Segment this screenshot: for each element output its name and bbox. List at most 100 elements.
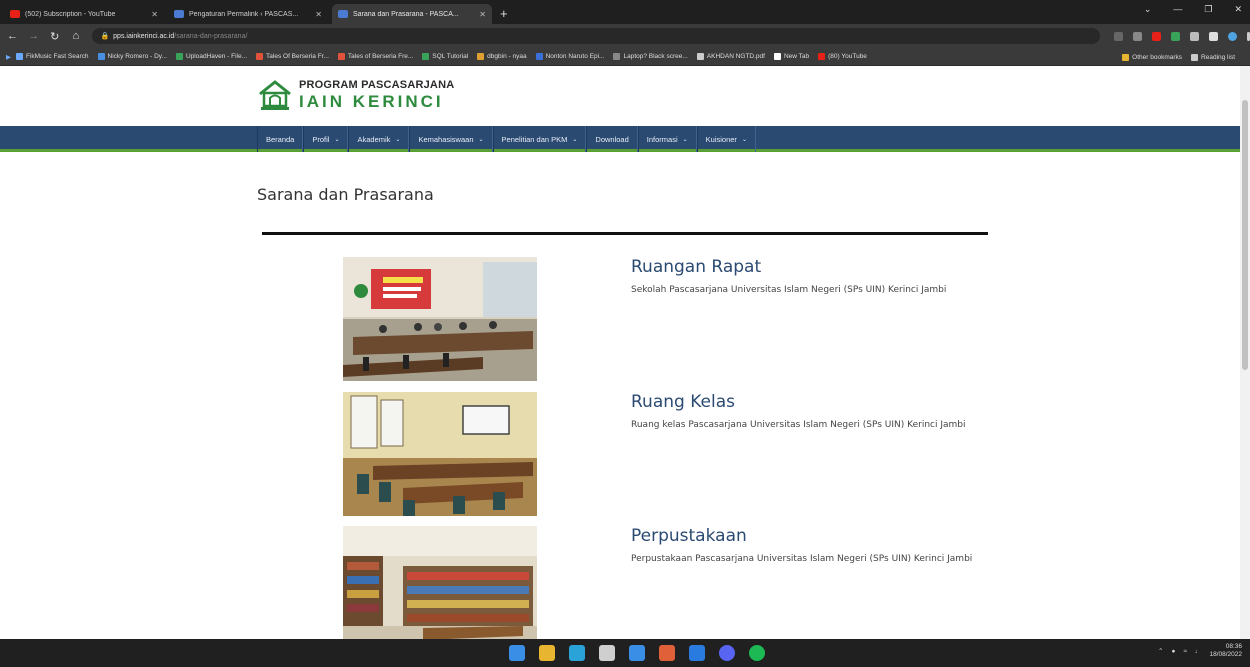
- facility-item: Ruangan Rapat Sekolah Pascasarjana Unive…: [343, 257, 993, 381]
- browser-tabstrip: (502) Subscription - YouTube ✕ Pengaturan …: [0, 0, 1250, 24]
- clock-date: 18/08/2022: [1209, 651, 1242, 659]
- address-bar[interactable]: 🔒 pps.iainkerinci.ac.id /sarana-dan-pras…: [92, 28, 1101, 44]
- bookmark-favicon-icon: [422, 53, 430, 60]
- nav-item-label: Informasi: [646, 134, 678, 144]
- bookmark-label: AKHDAN NGTD.pdf: [706, 53, 765, 60]
- bookmark-favicon-icon: [818, 53, 826, 60]
- nav-item-label: Kemahasiswaan: [418, 134, 474, 144]
- start-icon[interactable]: [509, 645, 525, 661]
- bookmark-favicon-icon: [175, 53, 183, 60]
- reading-list-button[interactable]: Reading list: [1191, 53, 1235, 61]
- main-navigation: Beranda Profil ⌄ Akademik ⌄ Kemahasiswaan ⌄ Pen…: [0, 126, 1240, 152]
- title-divider: [262, 232, 988, 235]
- discord-icon[interactable]: [719, 645, 735, 661]
- bookmark-item[interactable]: New Tab: [773, 53, 809, 60]
- tab-favicon-icon: [10, 10, 20, 18]
- nav-item-download[interactable]: Download: [586, 126, 638, 152]
- apps-icon[interactable]: ▶: [6, 53, 11, 61]
- bookmark-favicon-icon: [337, 53, 345, 60]
- facility-name[interactable]: Ruangan Rapat: [631, 257, 991, 277]
- chevron-down-icon: ⌄: [334, 136, 340, 143]
- chevron-up-icon[interactable]: ⌃: [1158, 647, 1163, 655]
- star-icon[interactable]: [1133, 31, 1143, 41]
- browser-tab[interactable]: Sarana dan Prasarana - PASCA... ✕: [332, 4, 492, 24]
- bookmark-label: Tales Of Berseria Fr...: [266, 53, 329, 60]
- bookmark-item[interactable]: dbgbin - nyaa: [477, 53, 527, 60]
- bookmark-item[interactable]: Nicky Romero - Dy...: [97, 53, 167, 60]
- folder-icon: [1122, 53, 1130, 61]
- file-explorer-icon[interactable]: [539, 645, 555, 661]
- scrollbar-thumb[interactable]: [1242, 100, 1248, 370]
- extension-gray-icon[interactable]: [1190, 31, 1200, 41]
- app-icon[interactable]: [629, 645, 645, 661]
- nav-item-informasi[interactable]: Informasi ⌄: [637, 126, 697, 152]
- bookmark-item[interactable]: (80) YouTube: [818, 53, 867, 60]
- bookmark-item[interactable]: UploadHaven - File...: [175, 53, 247, 60]
- bookmark-item[interactable]: SQL Tutorial: [422, 53, 468, 60]
- home-icon[interactable]: ⌂: [67, 30, 84, 42]
- volume-icon[interactable]: ♩: [1195, 648, 1202, 655]
- nav-item-penelitian-dan-pkm[interactable]: Penelitian dan PKM ⌄: [492, 126, 587, 152]
- maximize-icon[interactable]: ❐: [1204, 4, 1212, 15]
- window-controls: ⌄ — ❐ ✕: [1144, 4, 1242, 15]
- tab-title: Sarana dan Prasarana - PASCA...: [353, 10, 459, 18]
- tab-favicon-icon: [338, 10, 348, 18]
- close-tab-icon[interactable]: ✕: [315, 10, 322, 19]
- nav-item-kuisioner[interactable]: Kuisioner ⌄: [696, 126, 756, 152]
- bookmark-item[interactable]: Tales Of Berseria Fr...: [256, 53, 329, 60]
- facility-description: Ruang kelas Pascasarjana Universitas Isl…: [631, 420, 966, 430]
- extension-green-icon[interactable]: [1171, 31, 1181, 41]
- bookmark-label: Nicky Romero - Dy...: [107, 53, 167, 60]
- facility-name[interactable]: Perpustakaan: [631, 526, 991, 546]
- new-tab-button[interactable]: +: [500, 4, 508, 24]
- bookmark-label: Laptop? Black scree...: [623, 53, 688, 60]
- bookmark-item[interactable]: Tales of Berseria Fre...: [337, 53, 413, 60]
- brave-icon[interactable]: [659, 645, 675, 661]
- close-tab-icon[interactable]: ✕: [151, 10, 158, 19]
- nav-item-kemahasiswaan[interactable]: Kemahasiswaan ⌄: [409, 126, 493, 152]
- store-icon[interactable]: [599, 645, 615, 661]
- nav-item-label: Akademik: [357, 134, 391, 144]
- bookmark-label: dbgbin - nyaa: [487, 53, 527, 60]
- page-scrollbar[interactable]: [1240, 66, 1250, 639]
- network-icon[interactable]: ●: [1171, 648, 1175, 655]
- close-tab-icon[interactable]: ✕: [479, 10, 486, 19]
- page-title: Sarana dan Prasarana: [257, 185, 434, 204]
- nav-item-profil[interactable]: Profil ⌄: [303, 126, 349, 152]
- nav-item-label: Download: [595, 134, 629, 144]
- nav-item-akademik[interactable]: Akademik ⌄: [348, 126, 410, 152]
- bookmark-item[interactable]: Laptop? Black scree...: [613, 53, 688, 60]
- clock[interactable]: 08:36 18/08/2022: [1209, 643, 1242, 660]
- reload-icon[interactable]: ↻: [46, 30, 63, 43]
- back-arrow-icon[interactable]: ←: [4, 30, 21, 42]
- bookmark-item[interactable]: FikMusic Fast Search: [16, 53, 89, 60]
- app-blue-icon[interactable]: [689, 645, 705, 661]
- library-photo[interactable]: [343, 526, 537, 639]
- tab-search-icon[interactable]: ⌄: [1144, 4, 1152, 15]
- nav-item-label: Beranda: [266, 134, 295, 144]
- facility-name[interactable]: Ruang Kelas: [631, 392, 991, 412]
- minimize-icon[interactable]: —: [1173, 4, 1182, 15]
- classroom-photo[interactable]: [343, 392, 537, 516]
- edge-icon[interactable]: [569, 645, 585, 661]
- meeting-room-photo[interactable]: [343, 257, 537, 381]
- extension-red-icon[interactable]: [1152, 31, 1162, 41]
- close-window-icon[interactable]: ✕: [1234, 4, 1242, 15]
- spotify-icon[interactable]: [749, 645, 765, 661]
- chevron-down-icon: ⌄: [395, 136, 401, 143]
- browser-tab[interactable]: (502) Subscription - YouTube ✕: [4, 4, 164, 24]
- lock-icon[interactable]: 🔒: [100, 32, 109, 40]
- forward-arrow-icon[interactable]: →: [25, 30, 42, 42]
- share-icon[interactable]: [1114, 31, 1124, 41]
- bookmark-label: Other bookmarks: [1132, 53, 1183, 61]
- other-bookmarks-button[interactable]: Other bookmarks: [1122, 53, 1183, 61]
- nav-item-beranda[interactable]: Beranda: [257, 126, 304, 152]
- bookmark-item[interactable]: Nonton Naruto Epi...: [535, 53, 604, 60]
- logo-line-2: IAIN KERINCI: [299, 92, 444, 111]
- bookmark-item[interactable]: AKHDAN NGTD.pdf: [696, 53, 765, 60]
- profile-icon[interactable]: [1228, 31, 1238, 41]
- wifi-icon[interactable]: ≈: [1183, 648, 1187, 655]
- site-logo[interactable]: PROGRAM PASCASARJANA IAIN KERINCI: [257, 78, 454, 112]
- browser-tab[interactable]: Pengaturan Permalink ‹ PASCAS... ✕: [168, 4, 328, 24]
- puzzle-icon[interactable]: [1209, 31, 1219, 41]
